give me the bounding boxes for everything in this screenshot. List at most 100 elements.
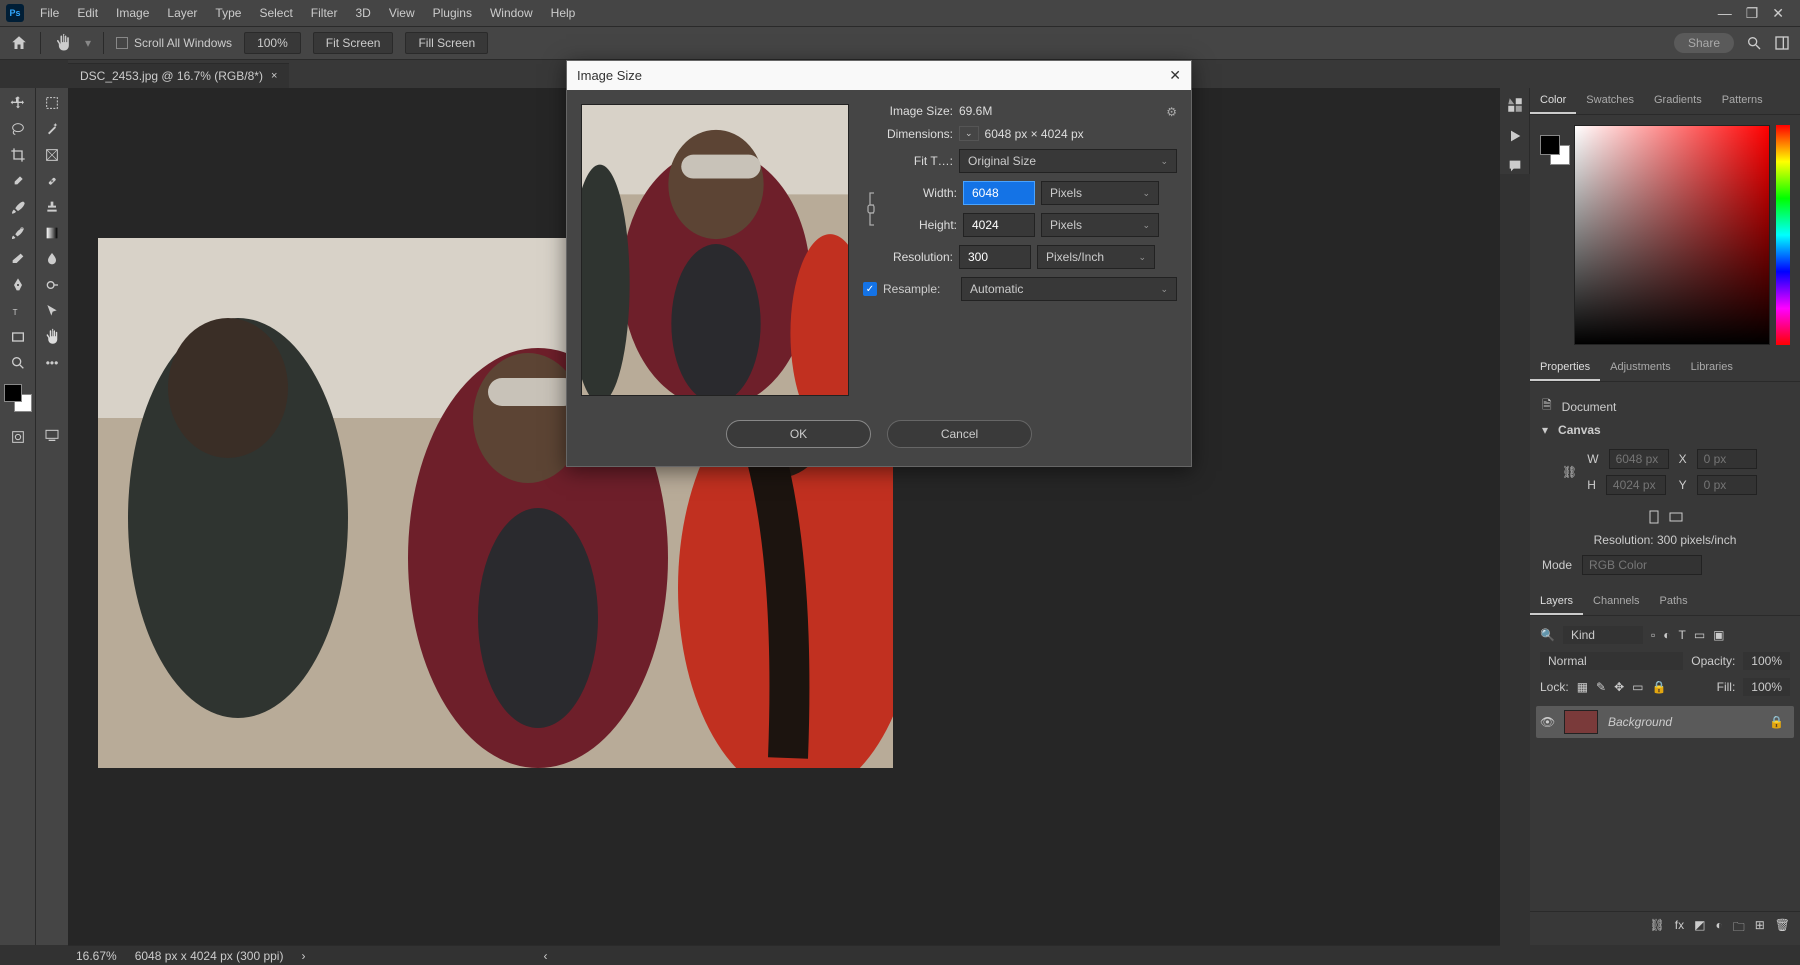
- canvas-x-input[interactable]: [1697, 449, 1757, 469]
- visibility-icon[interactable]: 👁: [1540, 715, 1554, 729]
- fill-screen-button[interactable]: Fill Screen: [405, 32, 488, 54]
- play-panel-icon[interactable]: [1507, 128, 1523, 144]
- canvas-width-input[interactable]: [1609, 449, 1669, 469]
- lasso-tool-icon[interactable]: [5, 118, 31, 140]
- healing-tool-icon[interactable]: [39, 170, 65, 192]
- lock-all-icon[interactable]: 🔒: [1652, 680, 1667, 694]
- dimensions-caret-icon[interactable]: ⌄: [959, 126, 979, 141]
- menu-help[interactable]: Help: [543, 2, 584, 24]
- menu-filter[interactable]: Filter: [303, 2, 346, 24]
- menu-plugins[interactable]: Plugins: [425, 2, 480, 24]
- history-brush-tool-icon[interactable]: [5, 222, 31, 244]
- tab-properties[interactable]: Properties: [1530, 355, 1600, 381]
- link-layers-icon[interactable]: ⛓: [1650, 918, 1665, 939]
- adjustment-layer-icon[interactable]: ◐: [1715, 918, 1722, 939]
- brush-tool-icon[interactable]: [5, 196, 31, 218]
- marquee-tool-icon[interactable]: [39, 92, 65, 114]
- menu-edit[interactable]: Edit: [69, 2, 106, 24]
- menu-type[interactable]: Type: [207, 2, 249, 24]
- resolution-input[interactable]: [959, 245, 1031, 269]
- hand-tool-icon[interactable]: [53, 33, 73, 53]
- pen-tool-icon[interactable]: [5, 274, 31, 296]
- minimize-icon[interactable]: —: [1718, 5, 1732, 22]
- path-selection-tool-icon[interactable]: [39, 300, 65, 322]
- home-icon[interactable]: [10, 34, 28, 52]
- blur-tool-icon[interactable]: [39, 248, 65, 270]
- move-tool-icon[interactable]: [5, 92, 31, 114]
- tab-gradients[interactable]: Gradients: [1644, 88, 1712, 114]
- menu-window[interactable]: Window: [482, 2, 541, 24]
- gradient-tool-icon[interactable]: [39, 222, 65, 244]
- comments-panel-icon[interactable]: [1507, 158, 1523, 174]
- orientation-portrait-icon[interactable]: [1646, 509, 1662, 525]
- cancel-button[interactable]: Cancel: [887, 420, 1032, 448]
- lock-brush-icon[interactable]: ✎: [1596, 680, 1606, 694]
- delete-layer-icon[interactable]: 🗑: [1775, 918, 1790, 939]
- zoom-percent-button[interactable]: 100%: [244, 32, 301, 54]
- new-layer-icon[interactable]: ⊞: [1755, 918, 1765, 939]
- layer-filter-select[interactable]: Kind: [1563, 626, 1643, 644]
- rectangle-tool-icon[interactable]: [5, 326, 31, 348]
- filter-type-icon[interactable]: T: [1678, 628, 1685, 642]
- search-icon[interactable]: [1746, 35, 1762, 51]
- status-zoom[interactable]: 16.67%: [76, 949, 117, 963]
- tab-patterns[interactable]: Patterns: [1712, 88, 1773, 114]
- gear-icon[interactable]: ⚙: [1166, 105, 1177, 119]
- fill-input[interactable]: 100%: [1743, 678, 1790, 696]
- menu-file[interactable]: File: [32, 2, 67, 24]
- wand-tool-icon[interactable]: [39, 118, 65, 140]
- dodge-tool-icon[interactable]: [39, 274, 65, 296]
- opacity-input[interactable]: 100%: [1743, 652, 1790, 670]
- color-picker-field[interactable]: [1574, 125, 1770, 345]
- eyedropper-tool-icon[interactable]: [5, 170, 31, 192]
- resolution-unit-select[interactable]: Pixels/Inch⌄: [1037, 245, 1155, 269]
- tab-swatches[interactable]: Swatches: [1576, 88, 1644, 114]
- tab-libraries[interactable]: Libraries: [1681, 355, 1743, 381]
- tab-channels[interactable]: Channels: [1583, 589, 1649, 615]
- share-button[interactable]: Share: [1674, 33, 1734, 53]
- mask-icon[interactable]: ◩: [1694, 918, 1705, 939]
- orientation-landscape-icon[interactable]: [1668, 509, 1684, 525]
- close-window-icon[interactable]: ✕: [1772, 5, 1784, 22]
- chevron-down-icon[interactable]: ▾: [1542, 423, 1548, 437]
- status-caret-icon[interactable]: ›: [301, 949, 305, 963]
- filter-shape-icon[interactable]: ▭: [1694, 628, 1705, 642]
- resample-checkbox[interactable]: ✓: [863, 282, 877, 296]
- stamp-tool-icon[interactable]: [39, 196, 65, 218]
- search-layers-icon[interactable]: 🔍: [1540, 628, 1555, 642]
- link-wh-icon[interactable]: [863, 181, 879, 237]
- zoom-tool-icon[interactable]: [5, 352, 31, 374]
- frame-tool-icon[interactable]: [39, 144, 65, 166]
- filter-adjust-icon[interactable]: ◐: [1663, 628, 1670, 642]
- hue-slider[interactable]: [1776, 125, 1790, 345]
- hand-tool-icon[interactable]: [39, 326, 65, 348]
- height-input[interactable]: [963, 213, 1035, 237]
- canvas-y-input[interactable]: [1697, 475, 1757, 495]
- width-input[interactable]: [963, 181, 1035, 205]
- menu-select[interactable]: Select: [251, 2, 300, 24]
- scroll-all-checkbox[interactable]: Scroll All Windows: [116, 36, 232, 50]
- type-tool-icon[interactable]: T: [5, 300, 31, 322]
- group-icon[interactable]: 🗀: [1733, 918, 1745, 939]
- screenmode-tool-icon[interactable]: [39, 424, 65, 446]
- fit-to-select[interactable]: Original Size⌄: [959, 149, 1177, 173]
- dialog-titlebar[interactable]: Image Size ✕: [567, 61, 1191, 90]
- tab-paths[interactable]: Paths: [1650, 589, 1698, 615]
- lock-position-icon[interactable]: ✥: [1614, 680, 1624, 694]
- dropdown-caret-icon[interactable]: ▾: [85, 36, 91, 50]
- crop-tool-icon[interactable]: [5, 144, 31, 166]
- mode-select[interactable]: RGB Color: [1582, 555, 1702, 575]
- maximize-icon[interactable]: ❐: [1746, 5, 1759, 22]
- quickmask-tool-icon[interactable]: [5, 426, 31, 448]
- ok-button[interactable]: OK: [726, 420, 871, 448]
- more-tools-icon[interactable]: •••: [39, 352, 65, 374]
- resample-select[interactable]: Automatic⌄: [961, 277, 1177, 301]
- close-tab-icon[interactable]: ×: [271, 70, 277, 82]
- tab-layers[interactable]: Layers: [1530, 589, 1583, 615]
- menu-layer[interactable]: Layer: [159, 2, 205, 24]
- fit-screen-button[interactable]: Fit Screen: [313, 32, 394, 54]
- tab-adjustments[interactable]: Adjustments: [1600, 355, 1681, 381]
- blend-mode-select[interactable]: Normal: [1540, 652, 1683, 670]
- link-wh-icon[interactable]: ⛓: [1562, 465, 1577, 479]
- layer-row[interactable]: 👁 Background 🔒: [1536, 706, 1794, 738]
